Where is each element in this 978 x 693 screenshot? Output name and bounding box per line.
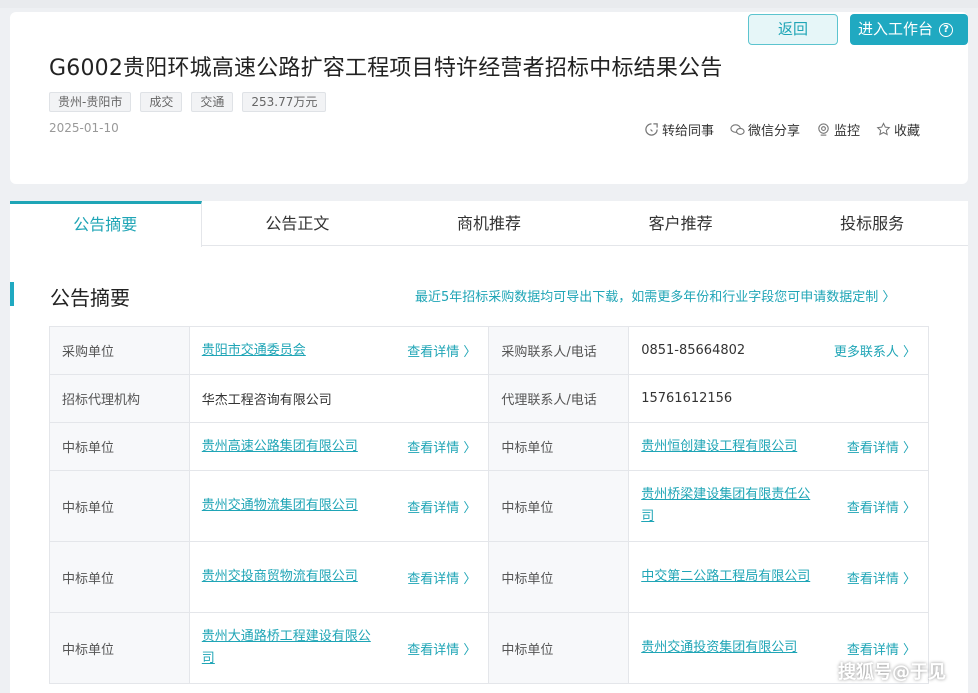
winner-cell: 贵州高速公路集团有限公司 查看详情 〉 xyxy=(188,422,490,471)
winner-link[interactable]: 贵州高速公路集团有限公司 xyxy=(202,436,358,458)
action-bar: 转给同事 微信分享 监控 收藏 xyxy=(644,120,920,139)
table-row: 中标单位 贵州高速公路集团有限公司 查看详情 〉 中标单位 贵州恒创建设工程有限… xyxy=(49,422,929,471)
winner-label: 中标单位 xyxy=(488,422,630,471)
table-row: 招标代理机构 华杰工程咨询有限公司 代理联系人/电话 15761612156 xyxy=(49,374,929,423)
winner-label: 中标单位 xyxy=(488,541,630,613)
star-icon xyxy=(876,122,891,136)
winner-link[interactable]: 中交第二公路工程局有限公司 xyxy=(641,566,810,588)
favorite-button[interactable]: 收藏 xyxy=(876,120,920,139)
winner-link[interactable]: 贵州交通物流集团有限公司 xyxy=(202,495,358,517)
purchaser-link[interactable]: 贵阳市交通委员会 xyxy=(202,340,306,362)
enter-workbench-label: 进入工作台 xyxy=(858,20,934,38)
winner-detail-link[interactable]: 查看详情 〉 xyxy=(407,437,476,456)
wechat-label: 微信分享 xyxy=(748,124,801,139)
winner-link[interactable]: 贵州大通路桥工程建设有限公司 xyxy=(202,626,382,670)
purchaser-contact-cell: 0851-85664802 更多联系人 〉 xyxy=(628,326,929,375)
winner-cell: 贵州交投商贸物流有限公司 查看详情 〉 xyxy=(188,541,490,613)
status-tag: 成交 xyxy=(140,92,183,112)
winner-label: 中标单位 xyxy=(49,541,190,613)
winner-label: 中标单位 xyxy=(49,470,190,542)
region-tag: 贵州-贵阳市 xyxy=(49,92,132,112)
winner-detail-link[interactable]: 查看详情 〉 xyxy=(407,568,476,587)
winner-label: 中标单位 xyxy=(49,422,190,471)
agency-phone: 15761612156 xyxy=(628,374,929,423)
tab-bid-service[interactable]: 投标服务 xyxy=(776,201,968,246)
industry-tag: 交通 xyxy=(191,92,234,112)
tab-bar: 公告摘要 公告正文 商机推荐 客户推荐 投标服务 xyxy=(10,201,968,247)
wechat-share-button[interactable]: 微信分享 xyxy=(730,120,800,139)
winner-cell: 中交第二公路工程局有限公司 查看详情 〉 xyxy=(628,541,929,613)
wechat-icon xyxy=(730,124,745,135)
winner-label: 中标单位 xyxy=(49,612,190,684)
agency-label: 招标代理机构 xyxy=(49,374,190,423)
winner-detail-link[interactable]: 查看详情 〉 xyxy=(407,497,476,516)
winner-link[interactable]: 贵州交投商贸物流有限公司 xyxy=(202,566,358,588)
table-row: 中标单位 贵州交通物流集团有限公司 查看详情 〉 中标单位 贵州桥梁建设集团有限… xyxy=(49,470,929,542)
winner-cell: 贵州交通物流集团有限公司 查看详情 〉 xyxy=(188,470,490,542)
purchaser-phone: 0851-85664802 xyxy=(641,343,746,358)
purchaser-contact-label: 采购联系人/电话 xyxy=(488,326,630,375)
agency-contact-label: 代理联系人/电话 xyxy=(488,374,630,423)
winner-detail-link[interactable]: 查看详情 〉 xyxy=(847,639,916,658)
publish-date: 2025-01-10 xyxy=(49,121,119,135)
page-title: G6002贵阳环城高速公路扩容工程项目特许经营者招标中标结果公告 xyxy=(49,56,723,81)
summary-table: 采购单位 贵阳市交通委员会 查看详情 〉 采购联系人/电话 0851-85664… xyxy=(49,326,929,684)
tag-list: 贵州-贵阳市 成交 交通 253.77万元 xyxy=(49,92,327,112)
help-icon: ? xyxy=(939,22,954,37)
favorite-label: 收藏 xyxy=(894,124,921,139)
winner-label: 中标单位 xyxy=(488,612,630,684)
winner-cell: 贵州恒创建设工程有限公司 查看详情 〉 xyxy=(628,422,929,471)
section-accent-bar xyxy=(10,282,14,306)
purchaser-detail-link[interactable]: 查看详情 〉 xyxy=(407,341,476,360)
watermark: 搜狐号@于见 xyxy=(838,662,946,683)
enter-workbench-button[interactable]: 进入工作台 ? xyxy=(850,14,968,45)
tab-full-text[interactable]: 公告正文 xyxy=(202,201,394,246)
winner-cell: 贵州桥梁建设集团有限责任公司 查看详情 〉 xyxy=(628,470,929,542)
section-title: 公告摘要 xyxy=(50,286,130,310)
export-data-link[interactable]: 最近5年招标采购数据均可导出下载，如需更多年份和行业字段您可申请数据定制 〉 xyxy=(415,286,895,305)
winner-cell: 贵州大通路桥工程建设有限公司 查看详情 〉 xyxy=(188,612,490,684)
main-card: 公告摘要 公告正文 商机推荐 客户推荐 投标服务 公告摘要 最近5年招标采购数据… xyxy=(10,201,968,693)
tab-opportunities[interactable]: 商机推荐 xyxy=(393,201,585,246)
back-button[interactable]: 返回 xyxy=(748,14,838,45)
winner-link[interactable]: 贵州交通投资集团有限公司 xyxy=(641,637,797,659)
table-row: 中标单位 贵州交投商贸物流有限公司 查看详情 〉 中标单位 中交第二公路工程局有… xyxy=(49,541,929,613)
more-contacts-link[interactable]: 更多联系人 〉 xyxy=(834,341,916,360)
winner-detail-link[interactable]: 查看详情 〉 xyxy=(847,497,916,516)
tab-summary[interactable]: 公告摘要 xyxy=(10,201,202,247)
header-card: 返回 进入工作台 ? G6002贵阳环城高速公路扩容工程项目特许经营者招标中标结… xyxy=(10,12,968,184)
purchaser-label: 采购单位 xyxy=(49,326,190,375)
winner-detail-link[interactable]: 查看详情 〉 xyxy=(847,568,916,587)
winner-link[interactable]: 贵州桥梁建设集团有限责任公司 xyxy=(641,484,821,528)
purchaser-cell: 贵阳市交通委员会 查看详情 〉 xyxy=(188,326,490,375)
forward-label: 转给同事 xyxy=(662,124,715,139)
winner-link[interactable]: 贵州恒创建设工程有限公司 xyxy=(641,436,797,458)
winner-detail-link[interactable]: 查看详情 〉 xyxy=(407,639,476,658)
forward-to-colleague-button[interactable]: 转给同事 xyxy=(644,120,714,139)
amount-tag: 253.77万元 xyxy=(242,92,327,112)
forward-icon xyxy=(645,123,658,136)
tab-customers[interactable]: 客户推荐 xyxy=(585,201,777,246)
monitor-label: 监控 xyxy=(834,124,861,139)
table-row: 采购单位 贵阳市交通委员会 查看详情 〉 采购联系人/电话 0851-85664… xyxy=(49,326,929,375)
monitor-icon xyxy=(818,123,829,136)
winner-label: 中标单位 xyxy=(488,470,630,542)
agency-value: 华杰工程咨询有限公司 xyxy=(188,374,490,423)
top-strip xyxy=(0,0,978,8)
monitor-button[interactable]: 监控 xyxy=(816,120,860,139)
winner-detail-link[interactable]: 查看详情 〉 xyxy=(847,437,916,456)
table-row: 中标单位 贵州大通路桥工程建设有限公司 查看详情 〉 中标单位 贵州交通投资集团… xyxy=(49,612,929,684)
